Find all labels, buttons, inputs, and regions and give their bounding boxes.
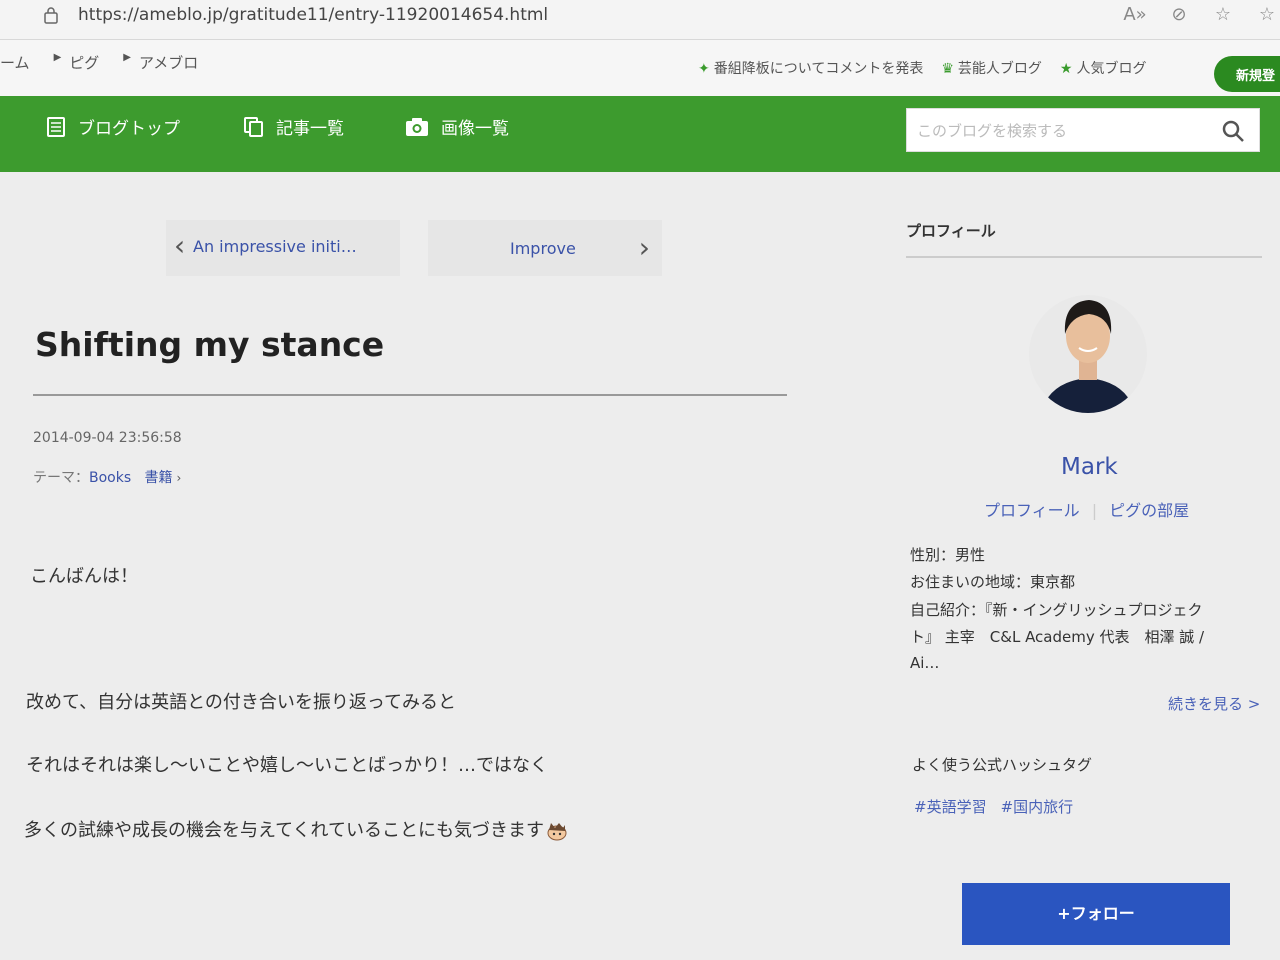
document-icon: [47, 116, 65, 137]
read-more-link[interactable]: 続きを見る >: [1168, 693, 1260, 714]
article-paragraph: こんばんは！: [30, 566, 138, 587]
prev-article-label: An impressive initi…: [193, 237, 357, 256]
breadcrumb: ーム ▶ ピグ ▶ アメブロ: [0, 52, 222, 73]
extension-icon[interactable]: ⊘: [1166, 4, 1192, 25]
triangle-right-icon: ▶: [53, 52, 62, 63]
news-link[interactable]: ✦ 番組降板についてコメントを発表: [698, 58, 923, 78]
popular-blog-label: 人気ブログ: [1076, 61, 1147, 77]
crown-icon: ♛: [941, 61, 954, 77]
profile-link[interactable]: プロフィール: [984, 501, 1080, 520]
avatar[interactable]: [1029, 290, 1147, 424]
blog-search-box: [906, 108, 1260, 152]
next-article-label: Improve: [510, 239, 576, 258]
chevron-left-icon: ‹: [174, 229, 186, 262]
blog-nav-bar: ブログトップ 記事一覧 画像一覧: [0, 96, 1280, 172]
article-theme: テーマ：Books 書籍 ›: [33, 467, 181, 487]
hashtag-list: #英語学習 #国内旅行: [914, 796, 1087, 817]
browser-address-bar: https://ameblo.jp/gratitude11/entry-1192…: [0, 0, 1280, 40]
search-input[interactable]: [917, 119, 1207, 143]
theme-link[interactable]: Books 書籍: [89, 470, 173, 486]
tab-image-list-label: 画像一覧: [441, 119, 509, 139]
prev-article-link[interactable]: ‹ An impressive initi…: [166, 220, 400, 276]
tab-article-list-label: 記事一覧: [276, 119, 344, 139]
camera-icon: [406, 117, 428, 136]
celebrity-blog-link[interactable]: ♛ 芸能人ブログ: [941, 58, 1042, 78]
theme-prefix: テーマ：: [33, 470, 89, 486]
hashtag-link[interactable]: #国内旅行: [1001, 798, 1074, 816]
celebrity-blog-label: 芸能人ブログ: [957, 61, 1042, 77]
pigg-room-link[interactable]: ピグの部屋: [1109, 501, 1189, 520]
article-title: Shifting my stance: [35, 325, 385, 364]
article-paragraph: 多くの試練や成長の機会を与えてくれていることにも気づきます: [24, 816, 568, 842]
url-field[interactable]: https://ameblo.jp/gratitude11/entry-1192…: [78, 5, 548, 25]
favorite-icon[interactable]: ☆: [1210, 4, 1236, 25]
profile-heading: プロフィール: [906, 222, 996, 240]
article-paragraph: 改めて、自分は英語との付き合いを振り返ってみると: [26, 692, 457, 713]
follow-button[interactable]: +フォロー: [962, 883, 1230, 945]
lock-icon: [44, 7, 58, 24]
tab-image-list[interactable]: 画像一覧: [405, 114, 509, 139]
profile-name[interactable]: Mark: [1061, 454, 1118, 480]
profile-divider: [906, 256, 1262, 258]
profile-intro-line: ト』 主宰 C&L Academy 代表 相澤 誠 /: [910, 628, 1205, 646]
title-divider: [33, 394, 787, 396]
breadcrumb-ameblo[interactable]: アメブロ: [139, 52, 198, 73]
profile-gender: 性別：男性: [910, 546, 986, 564]
next-article-link[interactable]: Improve ›: [428, 220, 662, 276]
new-registration-button[interactable]: 新規登: [1214, 56, 1280, 92]
article-paragraph: それはそれは楽し～いことや嬉し～いことばっかり！…ではなく: [26, 755, 548, 776]
tab-article-list[interactable]: 記事一覧: [244, 114, 344, 139]
star-icon: ★: [1059, 61, 1073, 77]
theme-tag-books: Books: [89, 470, 132, 486]
tab-blog-top-label: ブログトップ: [78, 119, 180, 139]
breadcrumb-pigg[interactable]: ピグ: [69, 52, 99, 73]
favorites-bar-icon[interactable]: ☆: [1254, 4, 1280, 25]
profile-links: プロフィール | ピグの部屋: [984, 497, 1189, 521]
copy-icon: [244, 116, 263, 137]
profile-intro-line: Ai…: [910, 654, 940, 672]
popular-blog-link[interactable]: ★ 人気ブログ: [1060, 58, 1147, 78]
profile-intro-line: 自己紹介：『新・イングリッシュプロジェク: [910, 601, 1203, 619]
tab-blog-top[interactable]: ブログトップ: [46, 114, 180, 139]
hashtag-link[interactable]: #英語学習: [914, 798, 987, 816]
triangle-right-icon: ▶: [123, 52, 131, 63]
ameba-header: ーム ▶ ピグ ▶ アメブロ ✦ 番組降板についてコメントを発表 ♛ 芸能人ブログ …: [0, 40, 1280, 96]
link-separator: |: [1091, 501, 1098, 520]
hashtag-heading: よく使う公式ハッシュタグ: [912, 756, 1093, 774]
profile-location: お住まいの地域：東京都: [910, 573, 1076, 591]
sparkle-icon: ✦: [698, 61, 710, 77]
breadcrumb-home[interactable]: ーム: [0, 52, 30, 73]
article-paragraph-text: 多くの試練や成長の機会を与えてくれていることにも気づきます: [24, 820, 545, 841]
article-date: 2014-09-04 23:56:58: [33, 430, 182, 446]
chevron-right-icon: ›: [176, 471, 182, 485]
chevron-right-icon: ›: [638, 231, 650, 264]
search-icon[interactable]: [1221, 119, 1245, 143]
news-link-label: 番組降板についてコメントを発表: [713, 61, 924, 77]
character-emoji-icon: [547, 823, 567, 841]
read-aloud-icon[interactable]: A»: [1122, 4, 1148, 25]
theme-tag-shoseki: 書籍: [144, 470, 173, 486]
